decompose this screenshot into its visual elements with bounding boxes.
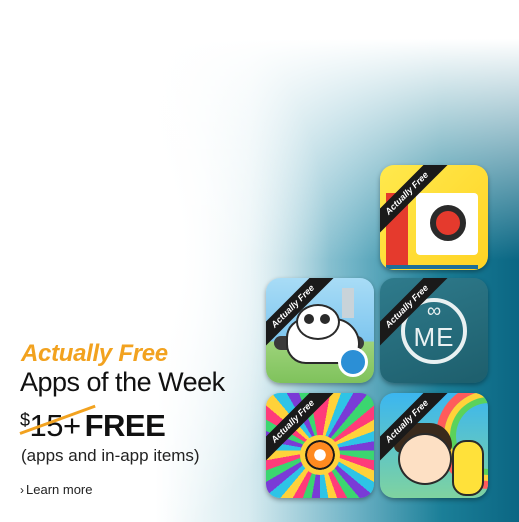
photo-frame-icon [430, 205, 466, 241]
app-tile-me[interactable]: ∞ ME Actually Free [380, 278, 488, 383]
new-price: FREE [84, 408, 166, 443]
learn-more-label: Learn more [26, 482, 93, 497]
promo-headline: Apps of the Week [20, 367, 225, 397]
app-tile-photo-frame[interactable]: Actually Free [380, 165, 488, 270]
learn-more-link[interactable]: › Learn more [20, 482, 92, 497]
chevron-right-icon: › [20, 483, 24, 497]
mandala-icon [300, 435, 340, 475]
panda-eye-right [320, 314, 330, 324]
currency-symbol: $ [20, 410, 30, 430]
banana-character [452, 440, 484, 496]
promo-subline: (apps and in-app items) [21, 446, 200, 465]
app-tile-panda-plane[interactable]: Actually Free [266, 278, 374, 383]
panda-eye-left [304, 314, 314, 324]
promo-tagline: Actually Free [21, 340, 168, 367]
app-tile-mandala[interactable]: Actually Free [266, 393, 374, 498]
app-tile-kid-banana[interactable]: Actually Free [380, 393, 488, 498]
paw-badge-icon [338, 347, 368, 377]
panda-plane-icon [296, 304, 340, 340]
frame-bar-bottom [386, 265, 478, 269]
old-price: $15+ [19, 404, 96, 444]
control-tower [342, 288, 354, 318]
kid-banana-icon [398, 433, 452, 485]
price-row: $15+ FREE [19, 404, 166, 444]
